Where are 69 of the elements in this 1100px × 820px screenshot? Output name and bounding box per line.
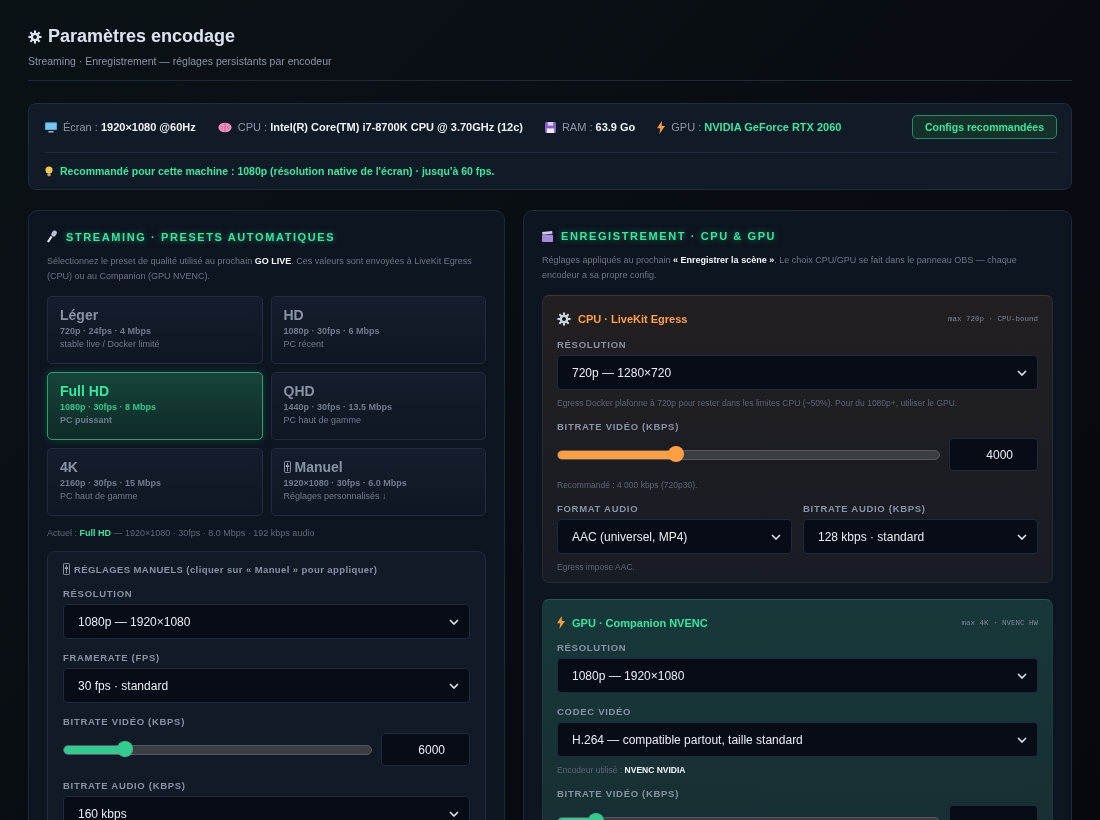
manual-settings-title: RÉGLAGES MANUELS (cliquer sur « Manuel » pour appliquer) [74,563,378,575]
chevron-icon [449,810,459,817]
number-field[interactable]: 4000 [949,438,1038,471]
select-field[interactable]: 128 kbps · standard [803,519,1038,554]
field-label: BITRATE VIDÉO (KBPS) [557,788,681,799]
page-subtitle: Streaming · Enregistrement — réglages persistants par encodeur [28,55,333,67]
preset-card[interactable]: Manuel 1920×1080 · 30fps · 6.0 Mbps Réglages personnalisés ↓ [270,448,486,516]
field-label: BITRATE VIDÉO (KBPS) [557,421,681,432]
recommendation-text: Recommandé pour cette machine : 1080p (résolution native de l'écran) · jusqu'à 60 fps. [60,165,495,177]
encoder-title: GPU · Companion NVENC [572,616,708,629]
slider-thumb[interactable] [117,740,134,757]
page-title: Paramètres encodage [48,26,236,47]
section-description: Sélectionnez le preset de qualité utilisé au prochain GO LIVE. Ces valeurs sont envoyées à LiveKit Egress (CPU) ou au Companion (GPU NVENC). [47,255,473,283]
hint-text: Encodeur utilisé : NVENC NVIDIA [557,765,687,775]
system-info-text: Écran : 1920×1080 @60Hz [63,121,196,133]
section-title: STREAMING · PRESETS AUTOMATIQUES [66,230,336,243]
field-label: RÉSOLUTION [557,339,628,350]
lightning-icon [657,120,666,134]
recommended-configs-button[interactable]: Configs recommandées [911,115,1057,139]
system-info-text: RAM : 63.9 Go [561,121,636,133]
chevron-icon [1017,533,1027,540]
chevron-icon [449,682,459,689]
lightning-icon [557,616,565,629]
slider-thumb[interactable] [668,445,685,462]
field-label: RÉSOLUTION [557,642,628,653]
field-label: BITRATE AUDIO (KBPS) [63,780,187,791]
preset-card[interactable]: Full HD 1080p · 30fps · 8 Mbps PC puissant [47,372,263,440]
clapperboard-icon [542,230,553,242]
section-title: ENREGISTREMENT · CPU & GPU [561,230,777,242]
field-label: FRAMERATE (FPS) [63,652,161,663]
select-field[interactable]: 1080p — 1920×1080 [63,604,470,639]
chevron-icon [1017,369,1027,376]
chevron-icon [1017,736,1027,743]
system-info-text: CPU : Intel(R) Core(TM) i7-8700K CPU @ 3.70GHz (12c) [237,121,523,133]
field-label: BITRATE VIDÉO (KBPS) [63,716,187,727]
chevron-icon [771,533,781,540]
gear-icon [28,29,42,44]
select-field[interactable]: 160 kbps [63,796,470,820]
field-label: BITRATE AUDIO (KBPS) [803,503,927,514]
chevron-icon [1017,672,1027,679]
select-field[interactable]: AAC (universel, MP4) [557,519,792,554]
select-field[interactable]: 720p — 1280×720 [557,355,1038,390]
system-info-text: GPU : NVIDIA GeForce RTX 2060 [671,121,842,133]
hint-text: Egress impose AAC. [557,562,636,572]
preset-card[interactable]: QHD 1440p · 30fps · 13.5 Mbps PC haut de gamme [270,372,486,440]
select-field[interactable]: H.264 — compatible partout, taille standard [557,722,1038,757]
bitrate-slider[interactable] [557,449,940,460]
encoder-title: CPU · LiveKit Egress [578,313,688,325]
current-preset-text: Actuel : Full HD — 1920×1080 · 30fps · 8.0 Mbps · 192 kbps audio [47,528,316,538]
field-label: CODEC VIDÉO [557,706,633,717]
section-description: Réglages appliqués au prochain « Enregistrer la scène ». Le choix CPU/GPU se fait dans le panneau OBS — chaque encodeur a sa propre config. [542,254,1018,282]
field-label: FORMAT AUDIO [557,503,640,514]
bitrate-slider[interactable] [63,744,372,755]
number-field[interactable]: 6000 [381,733,470,766]
select-field[interactable]: 1080p — 1920×1080 [557,658,1038,693]
monitor-icon [45,121,57,133]
microphone-icon [47,230,58,243]
field-label: RÉSOLUTION [63,588,134,599]
preset-card[interactable]: HD 1080p · 30fps · 6 Mbps PC récent [270,296,486,364]
hint-text: Egress Docker plafonne à 720p pour rester dans les limites CPU (~50%). Pour du 1080p+, utiliser le GPU. [557,398,959,408]
select-field[interactable]: 30 fps · standard [63,668,470,703]
gear-icon [557,312,571,326]
chevron-icon [449,618,459,625]
light-bulb-icon [45,165,53,177]
slider-icon [63,563,70,575]
brain-icon [217,121,232,133]
hint-text: Recommandé : 4 000 kbps (720p30). [557,480,699,490]
preset-card[interactable]: 4K 2160p · 30fps · 15 Mbps PC haut de gamme [47,448,263,516]
preset-card[interactable]: Léger 720p · 24fps · 4 Mbps stable live / Docker limité [47,296,263,364]
